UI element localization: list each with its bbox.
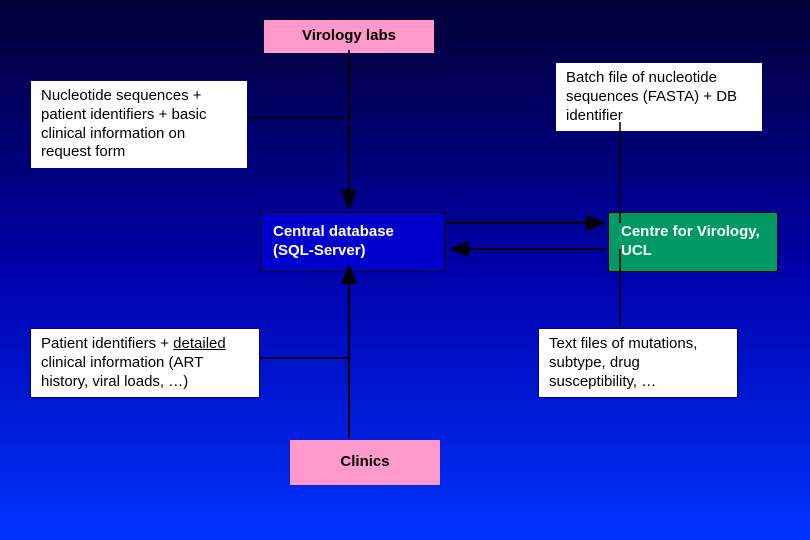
node-centre-virology: Centre for Virology, UCL (608, 212, 778, 272)
note-patient-identifiers-underlined: detailed (173, 335, 226, 352)
node-clinics: Clinics (290, 440, 440, 485)
note-nucleotide-sequences: Nucleotide sequences + patient identifie… (30, 80, 248, 169)
note-batch-file: Batch file of nucleotide sequences (FAST… (555, 62, 763, 132)
node-central-database: Central database (SQL-Server) (260, 212, 445, 272)
note-text-files: Text files of mutations, subtype, drug s… (538, 328, 738, 398)
node-virology-labs: Virology labs (264, 20, 434, 53)
note-patient-identifiers-post: clinical information (ART history, viral… (41, 354, 203, 390)
note-patient-identifiers: Patient identifiers + detailed clinical … (30, 328, 260, 398)
note-patient-identifiers-pre: Patient identifiers + (41, 335, 173, 352)
